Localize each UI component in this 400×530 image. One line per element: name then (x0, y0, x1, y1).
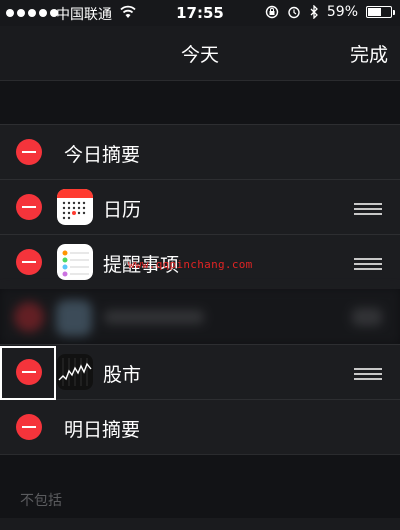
reorder-handle-icon[interactable] (354, 258, 382, 273)
done-button[interactable]: 完成 (350, 40, 388, 67)
reorder-handle-icon[interactable] (354, 368, 382, 383)
excluded-list-start (0, 518, 400, 530)
delete-minus-icon[interactable] (16, 139, 42, 165)
list-item (0, 289, 400, 344)
status-bar: 中国联通 17:55 59% (0, 0, 400, 26)
alarm-icon (288, 6, 300, 19)
reorder-handle-icon[interactable] (352, 308, 382, 326)
delete-minus-icon[interactable] (16, 414, 42, 440)
included-widgets-list: 今日摘要 日历 提醒事项 股市 明日摘要 (0, 124, 400, 454)
delete-minus-icon[interactable] (16, 194, 42, 220)
delete-minus-icon[interactable] (16, 249, 42, 275)
stocks-app-icon (57, 354, 93, 390)
watermark: www.qqpinchang.com (128, 258, 253, 271)
list-item: 今日摘要 (0, 124, 400, 179)
list-item: 明日摘要 (0, 399, 400, 454)
battery-icon (366, 6, 395, 18)
widget-label (104, 310, 204, 324)
reorder-handle-icon[interactable] (354, 203, 382, 218)
bluetooth-icon (310, 5, 318, 19)
list-item: 日历 (0, 179, 400, 234)
calendar-app-icon (57, 189, 93, 225)
delete-minus-icon[interactable] (16, 359, 42, 385)
nav-bar: 今天 完成 (0, 26, 400, 80)
battery-percent: 59% (326, 4, 358, 20)
delete-minus-icon[interactable] (14, 302, 44, 332)
widget-label: 今日摘要 (64, 144, 141, 166)
widget-label: 明日摘要 (64, 419, 141, 441)
rotation-lock-icon (265, 5, 279, 19)
excluded-section-header: 不包括 (20, 493, 62, 509)
list-item: 股市 (0, 344, 400, 399)
page-title: 今天 (180, 44, 219, 66)
reminders-app-icon (57, 244, 93, 280)
section-spacer (0, 80, 400, 124)
widget-label: 日历 (103, 199, 142, 221)
widget-label: 股市 (103, 364, 142, 386)
blurred-app-icon (56, 300, 92, 336)
